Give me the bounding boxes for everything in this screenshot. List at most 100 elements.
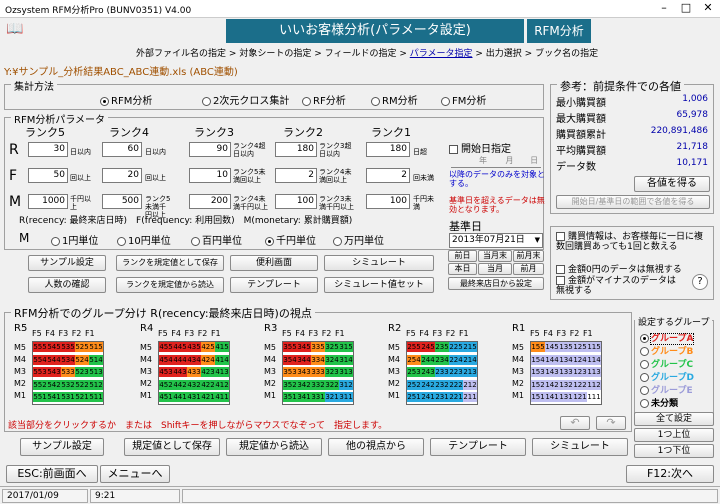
grid-cell[interactable]: 333 bbox=[311, 367, 325, 377]
grid-cell[interactable]: 153 bbox=[531, 367, 545, 377]
grid-cell[interactable]: 531 bbox=[61, 392, 75, 402]
m-rank1-input[interactable]: 100 bbox=[366, 194, 410, 209]
grid-cell[interactable]: 155 bbox=[531, 342, 545, 352]
undo-icon[interactable]: ↶ bbox=[560, 416, 590, 430]
bottom-sample-button[interactable]: サンプル設定 bbox=[20, 438, 104, 456]
method-2d[interactable]: 2次元クロス集計 bbox=[202, 92, 289, 107]
move-up-button[interactable]: 1つ上位 bbox=[634, 428, 714, 442]
menu-button[interactable]: メニューへ bbox=[100, 465, 170, 483]
grid-cell[interactable]: 135 bbox=[559, 342, 573, 352]
grid-cell[interactable]: 152 bbox=[531, 379, 545, 390]
grid-cell[interactable]: 323 bbox=[325, 367, 339, 377]
grid-cell[interactable]: 225 bbox=[449, 342, 463, 352]
grid-cell[interactable]: 341 bbox=[297, 392, 311, 402]
grid-cell[interactable]: 253 bbox=[407, 367, 421, 377]
grid-cell[interactable]: 331 bbox=[311, 392, 325, 402]
grid-cell[interactable]: 142 bbox=[545, 379, 559, 390]
grid-cell[interactable]: 123 bbox=[573, 367, 587, 377]
groupset-group-a[interactable]: グループA bbox=[640, 331, 695, 345]
grid-cell[interactable]: 223 bbox=[449, 367, 463, 377]
m-unit-10yen[interactable]: 10円単位 bbox=[117, 232, 171, 247]
grid-cell[interactable]: 334 bbox=[311, 354, 325, 365]
grid-cell[interactable]: 241 bbox=[421, 392, 435, 402]
grid-cell[interactable]: 322 bbox=[325, 379, 339, 390]
grid-cell[interactable]: 535 bbox=[61, 342, 75, 352]
bottom-simulate-button[interactable]: シミュレート bbox=[532, 438, 628, 456]
grid-cell[interactable]: 233 bbox=[435, 367, 449, 377]
grid-cell[interactable]: 534 bbox=[61, 354, 75, 365]
close-icon[interactable]: ✕ bbox=[700, 1, 716, 15]
grid-cell[interactable]: 132 bbox=[559, 379, 573, 390]
r-rank4-input[interactable]: 60 bbox=[102, 142, 142, 157]
grid-cell[interactable]: 224 bbox=[449, 354, 463, 365]
grid-cell[interactable]: 252 bbox=[407, 379, 421, 390]
f-rank1-input[interactable]: 2 bbox=[366, 168, 410, 183]
method-rm[interactable]: RM分析 bbox=[371, 92, 418, 107]
grid-cell[interactable]: 555 bbox=[33, 342, 47, 352]
maximize-icon[interactable]: □ bbox=[678, 1, 694, 15]
this-month-button[interactable]: 当月 bbox=[478, 263, 512, 275]
grid-cell[interactable]: 212 bbox=[463, 379, 477, 390]
grid-cell[interactable]: 514 bbox=[89, 354, 103, 365]
m-unit-1yen[interactable]: 1円単位 bbox=[51, 232, 98, 247]
grid-cell[interactable]: 122 bbox=[573, 379, 587, 390]
grid-cell[interactable]: 124 bbox=[573, 354, 587, 365]
grid-cell[interactable]: 554 bbox=[33, 354, 47, 365]
help-icon[interactable]: ? bbox=[692, 274, 708, 290]
r-rank2-input[interactable]: 180 bbox=[275, 142, 317, 157]
grid-cell[interactable]: 422 bbox=[201, 379, 215, 390]
grid-cell[interactable]: 222 bbox=[449, 379, 463, 390]
grid-cell[interactable]: 112 bbox=[587, 379, 601, 390]
from-last-visit-button[interactable]: 最終来店日から設定 bbox=[448, 277, 544, 290]
grid-cell[interactable]: 355 bbox=[283, 342, 297, 352]
grid-cell[interactable]: 533 bbox=[61, 367, 75, 377]
prev-month-end-button[interactable]: 前月末 bbox=[513, 250, 544, 262]
grid-cell[interactable]: 511 bbox=[89, 392, 103, 402]
grid-cell[interactable]: 423 bbox=[201, 367, 215, 377]
groupset-group-c[interactable]: グループC bbox=[640, 357, 693, 370]
grid-cell[interactable]: 544 bbox=[47, 354, 61, 365]
grid-cell[interactable]: 113 bbox=[587, 367, 601, 377]
m-unit-1000yen[interactable]: 千円単位 bbox=[265, 232, 316, 247]
grid-cell[interactable]: 151 bbox=[531, 392, 545, 402]
grid-cell[interactable]: 321 bbox=[325, 392, 339, 402]
grid-cell[interactable]: 314 bbox=[339, 354, 353, 365]
grid-cell[interactable]: 235 bbox=[435, 342, 449, 352]
grid-cell[interactable]: 522 bbox=[75, 379, 89, 390]
grid-cell[interactable]: 214 bbox=[463, 354, 477, 365]
r-rank1-input[interactable]: 180 bbox=[366, 142, 410, 157]
month-end-button[interactable]: 当月末 bbox=[478, 250, 512, 262]
other-view-button[interactable]: 他の視点から bbox=[328, 438, 424, 456]
grid-cell[interactable]: 111 bbox=[587, 392, 601, 402]
grid-cell[interactable]: 412 bbox=[215, 379, 229, 390]
grid-cell[interactable]: 215 bbox=[463, 342, 477, 352]
groupset-group-e[interactable]: グループE bbox=[640, 383, 693, 396]
grid-cell[interactable]: 325 bbox=[325, 342, 339, 352]
grid-cell[interactable]: 125 bbox=[573, 342, 587, 352]
grid-cell[interactable]: 213 bbox=[463, 367, 477, 377]
grid-cell[interactable]: 453 bbox=[159, 367, 173, 377]
grid-cell[interactable]: 454 bbox=[159, 354, 173, 365]
bottom-load-button[interactable]: 規定値から読込 bbox=[226, 438, 322, 456]
today-button[interactable]: 本日 bbox=[448, 263, 477, 275]
grid-cell[interactable]: 445 bbox=[173, 342, 187, 352]
grid-cell[interactable]: 441 bbox=[173, 392, 187, 402]
grid-cell[interactable]: 444 bbox=[173, 354, 187, 365]
grid-cell[interactable]: 415 bbox=[215, 342, 229, 352]
set-all-button[interactable]: 全て設定 bbox=[634, 412, 714, 426]
grid-cell[interactable]: 543 bbox=[47, 367, 61, 377]
grid-cell[interactable]: 211 bbox=[463, 392, 477, 402]
grid-cell[interactable]: 442 bbox=[173, 379, 187, 390]
f-rank3-input[interactable]: 10 bbox=[189, 168, 231, 183]
template-button[interactable]: テンプレート bbox=[230, 277, 318, 293]
grid-cell[interactable]: 421 bbox=[201, 392, 215, 402]
grid-cell[interactable]: 345 bbox=[297, 342, 311, 352]
grid-cell[interactable]: 532 bbox=[61, 379, 75, 390]
sample-settings-button[interactable]: サンプル設定 bbox=[28, 255, 106, 271]
m-rank3-input[interactable]: 200 bbox=[189, 194, 231, 209]
simulate-button[interactable]: シミュレート bbox=[324, 255, 434, 271]
grid-cell[interactable]: 131 bbox=[559, 392, 573, 402]
grid-cell[interactable]: 413 bbox=[215, 367, 229, 377]
grid-cell[interactable]: 515 bbox=[89, 342, 103, 352]
grid-cell[interactable]: 551 bbox=[33, 392, 47, 402]
